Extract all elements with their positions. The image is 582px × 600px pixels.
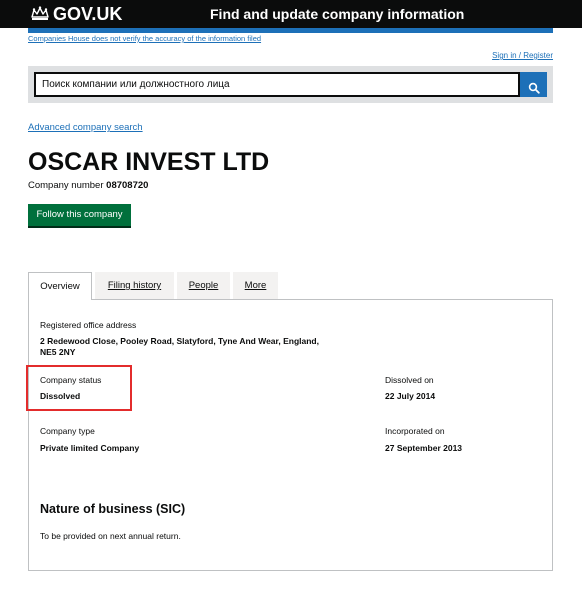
dissolved-on-value: 22 July 2014 (385, 391, 436, 401)
company-number-label: Company number (28, 180, 104, 191)
sign-in-register-link[interactable]: Sign in / Register (492, 51, 553, 60)
tab-people[interactable]: People (177, 272, 230, 299)
status-highlight-box (26, 365, 132, 411)
incorporated-on-label: Incorporated on (385, 426, 445, 436)
govuk-header: GOV.UK Find and update company informati… (0, 0, 582, 28)
tab-filing-history-label: Filing history (107, 280, 162, 291)
company-type-value: Private limited Company (40, 443, 140, 453)
service-name-link[interactable]: Find and update company information (210, 6, 464, 22)
tab-more[interactable]: More (233, 272, 278, 299)
company-type-label: Company type (40, 426, 95, 436)
incorporated-on-value: 27 September 2013 (385, 443, 463, 453)
tab-people-label: People (188, 280, 219, 291)
company-number: Company number 08708720 (28, 180, 148, 191)
search-icon (528, 82, 540, 94)
registered-office-label: Registered office address (40, 320, 137, 330)
registered-office-value: 2 Redewood Close, Pooley Road, Slatyford… (40, 336, 319, 357)
search-button[interactable] (520, 72, 547, 97)
sic-heading: Nature of business (SIC) (40, 502, 186, 516)
company-number-value: 08708720 (106, 180, 149, 191)
advanced-search-link[interactable]: Advanced company search (28, 122, 143, 133)
crown-icon (31, 6, 49, 20)
disclaimer-link[interactable]: Companies House does not verify the accu… (28, 34, 261, 43)
dissolved-on-label: Dissolved on (385, 375, 434, 385)
tab-overview[interactable]: Overview (28, 272, 92, 300)
sic-text: To be provided on next annual return. (40, 531, 181, 541)
govuk-logo-link[interactable]: GOV.UK (53, 4, 122, 24)
search-input[interactable] (34, 72, 520, 97)
tab-more-label: More (244, 280, 267, 291)
follow-company-button[interactable]: Follow this company (28, 204, 131, 226)
page-title: OSCAR INVEST LTD (28, 148, 270, 176)
header-accent-bar (28, 28, 553, 33)
tab-filing-history[interactable]: Filing history (95, 272, 174, 299)
search-bar (28, 66, 553, 103)
